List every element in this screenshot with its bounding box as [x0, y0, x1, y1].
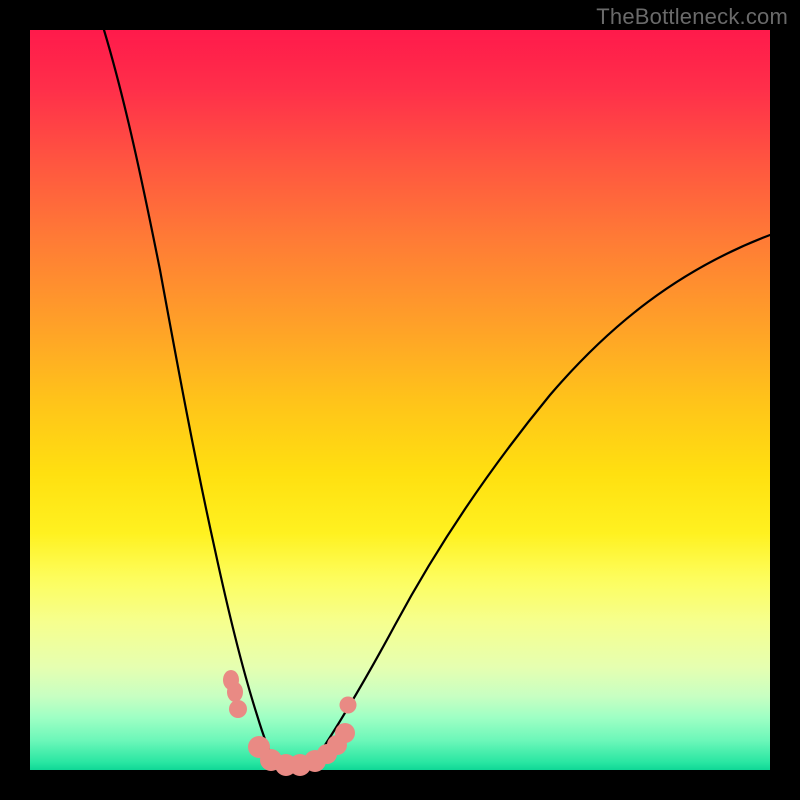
watermark-text: TheBottleneck.com — [596, 4, 788, 30]
right-curve-path — [312, 235, 770, 765]
marker-dot — [340, 697, 357, 714]
plot-area — [30, 30, 770, 770]
marker-dot — [335, 723, 355, 743]
marker-dot — [227, 682, 243, 702]
left-curve-path — [104, 30, 276, 765]
marker-dot — [229, 700, 247, 718]
chart-svg — [30, 30, 770, 770]
chart-frame: TheBottleneck.com — [0, 0, 800, 800]
